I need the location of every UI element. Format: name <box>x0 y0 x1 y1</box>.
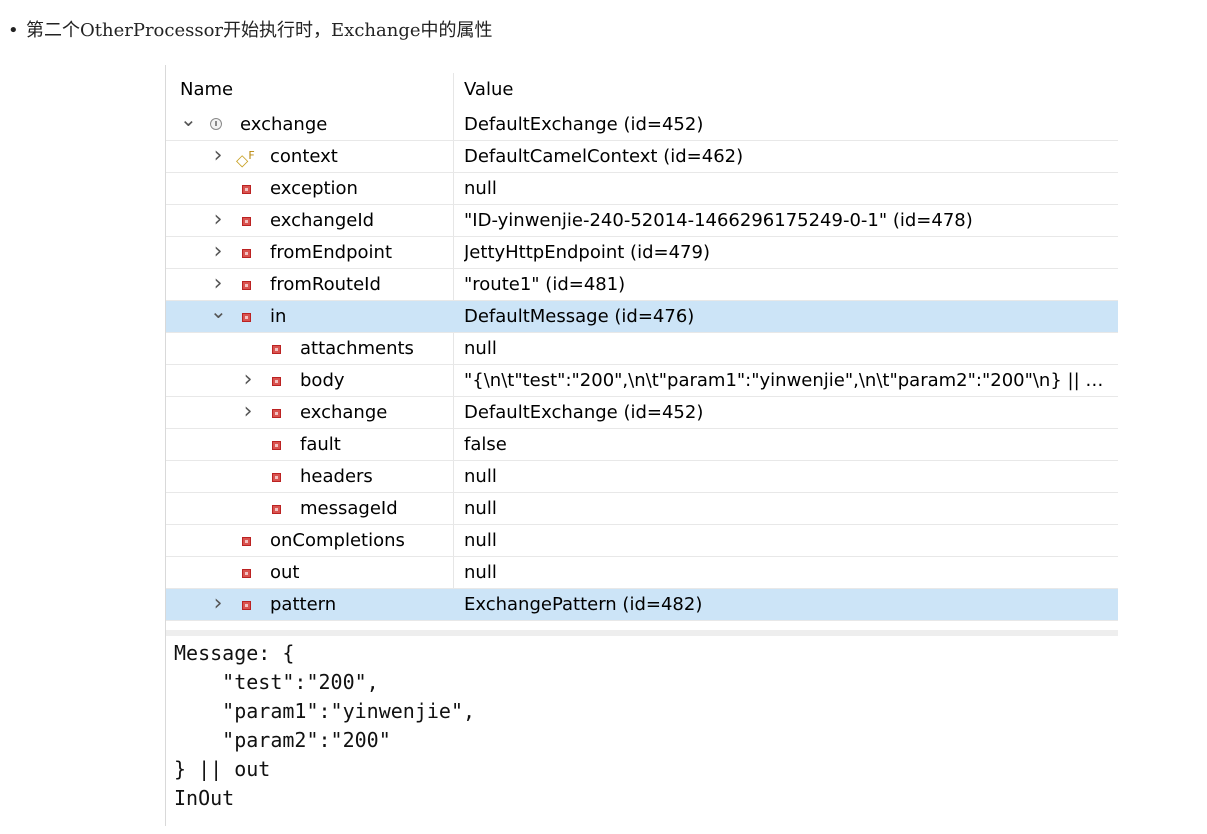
tree-row[interactable]: out null <box>166 557 1118 589</box>
variable-value[interactable]: DefaultCamelContext (id=462) <box>464 141 1114 172</box>
caption-text: 第二个OtherProcessor开始执行时，Exchange中的属性 <box>26 20 493 41</box>
private-field-icon <box>242 185 251 194</box>
variable-name: attachments <box>300 338 414 359</box>
variable-name: fault <box>300 434 341 455</box>
variables-tree: ⌄ exchange DefaultExchange (id=452) › ◇F cont… <box>166 107 1118 621</box>
private-field-icon <box>242 537 251 546</box>
variable-name: exchangeId <box>270 210 375 231</box>
variable-name: messageId <box>300 498 398 519</box>
private-field-icon <box>272 505 281 514</box>
variable-value[interactable]: JettyHttpEndpoint (id=479) <box>464 237 1114 268</box>
variable-name: context <box>270 146 338 167</box>
variable-name: body <box>300 370 345 391</box>
tree-row[interactable]: › body "{\n\t"test":"200",\n\t"param1":"yi… <box>166 365 1118 397</box>
variable-value[interactable]: DefaultExchange (id=452) <box>464 397 1114 428</box>
variable-name: exception <box>270 178 358 199</box>
tree-row[interactable]: › ◇F context DefaultCamelContext (id=462) <box>166 141 1118 173</box>
variable-value[interactable]: null <box>464 333 1114 364</box>
private-field-icon <box>272 473 281 482</box>
tree-row[interactable]: fault false <box>166 429 1118 461</box>
tree-row[interactable]: headers null <box>166 461 1118 493</box>
variable-value[interactable]: DefaultMessage (id=476) <box>464 301 1114 332</box>
chevron-right-icon[interactable]: › <box>210 140 226 171</box>
variable-value[interactable]: false <box>464 429 1114 460</box>
variable-name: out <box>270 562 300 583</box>
variable-value[interactable]: null <box>464 461 1114 492</box>
tree-row[interactable]: › fromEndpoint JettyHttpEndpoint (id=479) <box>166 237 1118 269</box>
bullet-icon: • <box>8 20 19 41</box>
column-header-value[interactable]: Value <box>464 73 513 107</box>
variable-value[interactable]: null <box>464 557 1114 588</box>
variable-name: onCompletions <box>270 530 405 551</box>
private-field-icon <box>242 281 251 290</box>
tree-row[interactable]: › exchangeId "ID-yinwenjie-240-52014-14662… <box>166 205 1118 237</box>
variable-name: headers <box>300 466 373 487</box>
variable-value[interactable]: null <box>464 525 1114 556</box>
variable-name: exchange <box>300 402 388 423</box>
private-field-icon <box>242 601 251 610</box>
private-field-icon <box>242 249 251 258</box>
variable-name: pattern <box>270 594 337 615</box>
tree-row[interactable]: onCompletions null <box>166 525 1118 557</box>
variable-value[interactable]: "{\n\t"test":"200",\n\t"param1":"yinwenj… <box>464 365 1114 396</box>
variables-view: Name Value ⌄ exchange DefaultExchange (id=… <box>165 65 1118 826</box>
private-field-icon <box>272 409 281 418</box>
chevron-down-icon[interactable]: ⌄ <box>180 104 197 135</box>
chevron-right-icon[interactable]: › <box>210 268 226 299</box>
private-field-icon <box>242 569 251 578</box>
variable-value[interactable]: DefaultExchange (id=452) <box>464 109 1114 140</box>
private-field-icon <box>272 441 281 450</box>
chevron-right-icon[interactable]: › <box>210 588 226 619</box>
caption: • 第二个OtherProcessor开始执行时，Exchange中的属性 <box>8 16 493 42</box>
final-field-icon: ◇F <box>236 149 255 170</box>
private-field-icon <box>272 345 281 354</box>
variable-value[interactable]: null <box>464 493 1114 524</box>
variable-value[interactable]: "route1" (id=481) <box>464 269 1114 300</box>
chevron-down-icon[interactable]: ⌄ <box>210 296 227 327</box>
tree-row[interactable]: ⌄ exchange DefaultExchange (id=452) <box>166 107 1118 141</box>
chevron-right-icon[interactable]: › <box>240 364 256 395</box>
tree-row[interactable]: › pattern ExchangePattern (id=482) <box>166 589 1118 621</box>
column-header-name[interactable]: Name <box>180 73 233 107</box>
variable-value[interactable]: ExchangePattern (id=482) <box>464 589 1114 620</box>
private-field-icon <box>242 217 251 226</box>
variable-value[interactable]: null <box>464 173 1114 204</box>
detail-pane-divider[interactable] <box>166 630 1118 636</box>
private-field-icon <box>242 313 251 322</box>
tree-row[interactable]: › fromRouteId "route1" (id=481) <box>166 269 1118 301</box>
tree-row[interactable]: attachments null <box>166 333 1118 365</box>
tree-row[interactable]: messageId null <box>166 493 1118 525</box>
detail-pane-text[interactable]: Message: { "test":"200", "param1":"yinwe… <box>174 639 1114 813</box>
tree-row[interactable]: exception null <box>166 173 1118 205</box>
variable-name: fromRouteId <box>270 274 381 295</box>
tree-row[interactable]: › exchange DefaultExchange (id=452) <box>166 397 1118 429</box>
chevron-right-icon[interactable]: › <box>240 396 256 427</box>
object-icon <box>210 118 222 130</box>
variable-name: fromEndpoint <box>270 242 393 263</box>
variable-value[interactable]: "ID-yinwenjie-240-52014-1466296175249-0-… <box>464 205 1114 236</box>
variable-name: exchange <box>240 114 328 135</box>
variable-name: in <box>270 306 287 327</box>
table-header: Name Value <box>166 73 1118 113</box>
chevron-right-icon[interactable]: › <box>210 236 226 267</box>
private-field-icon <box>272 377 281 386</box>
chevron-right-icon[interactable]: › <box>210 204 226 235</box>
tree-row[interactable]: ⌄ in DefaultMessage (id=476) <box>166 299 1118 333</box>
